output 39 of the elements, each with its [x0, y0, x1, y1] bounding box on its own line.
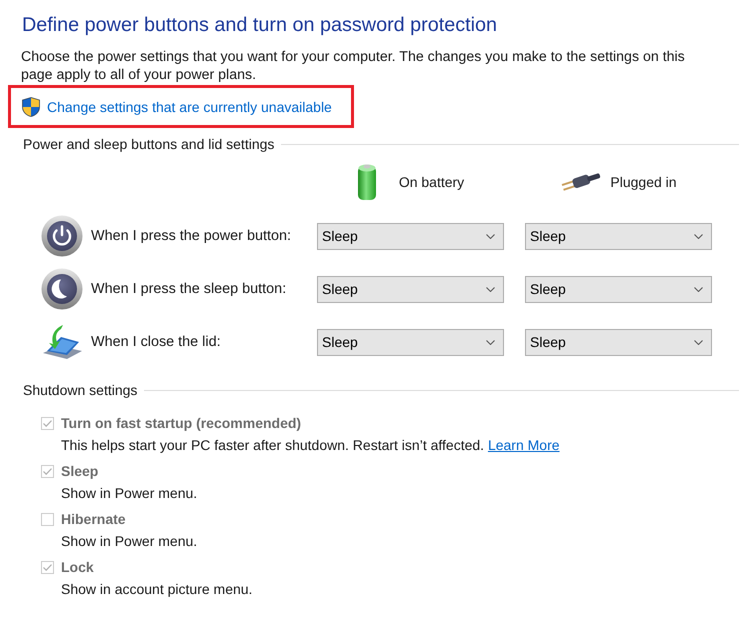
- option-label: Sleep: [61, 462, 98, 481]
- dropdown[interactable]: Sleep: [525, 328, 712, 356]
- chevron-down-icon: [694, 340, 703, 344]
- chevron-down-icon: [486, 340, 495, 344]
- shield-icon: [22, 96, 40, 116]
- dropdown[interactable]: Sleep: [317, 276, 504, 302]
- option-label: Hibernate: [61, 510, 126, 529]
- dropdown[interactable]: Sleep: [317, 222, 504, 250]
- checkmark-icon: [43, 420, 52, 426]
- option-label: Lock: [61, 558, 94, 577]
- column-heading: Plugged in: [610, 173, 677, 191]
- option-description: Show in Power menu.: [61, 532, 198, 551]
- page-title: Define power buttons and turn on password protection: [22, 13, 498, 38]
- laptop-arrow-icon: [41, 323, 83, 361]
- setting-label: When I press the power button:: [91, 227, 292, 245]
- sleep-button-icon: [41, 268, 83, 310]
- dropdown[interactable]: Sleep: [525, 222, 712, 250]
- chevron-down-icon: [694, 286, 703, 292]
- section-heading: Shutdown settings: [23, 381, 138, 399]
- power-button-icon: [41, 215, 83, 257]
- column-heading: On battery: [398, 173, 464, 191]
- chevron-down-icon: [486, 234, 495, 238]
- dropdown[interactable]: Sleep: [317, 328, 504, 356]
- option-label: Turn on fast startup (recommended): [61, 414, 302, 433]
- setting-label: When I close the lid:: [91, 333, 222, 351]
- checkmark-icon: [43, 564, 52, 570]
- page-description: Choose the power settings that you want for your computer. The changes you make to the settings on this page apply to all of your power plans.: [21, 48, 686, 84]
- option-description: Show in Power menu.: [61, 484, 198, 503]
- chevron-down-icon: [486, 286, 495, 292]
- battery-icon: [356, 163, 377, 201]
- setting-label: When I press the sleep button:: [91, 280, 288, 298]
- option-description: This helps start your PC faster after shutdown. Restart isn’t affected. Learn More: [61, 436, 560, 455]
- change-settings-link[interactable]: Change settings that are currently unavailable: [47, 98, 332, 116]
- dropdown[interactable]: Sleep: [525, 276, 712, 302]
- option-description: Show in account picture menu.: [61, 580, 252, 599]
- chevron-down-icon: [694, 234, 703, 238]
- checkmark-icon: [43, 468, 52, 474]
- section-heading: Power and sleep buttons and lid settings: [23, 135, 274, 153]
- plug-icon: [560, 171, 602, 193]
